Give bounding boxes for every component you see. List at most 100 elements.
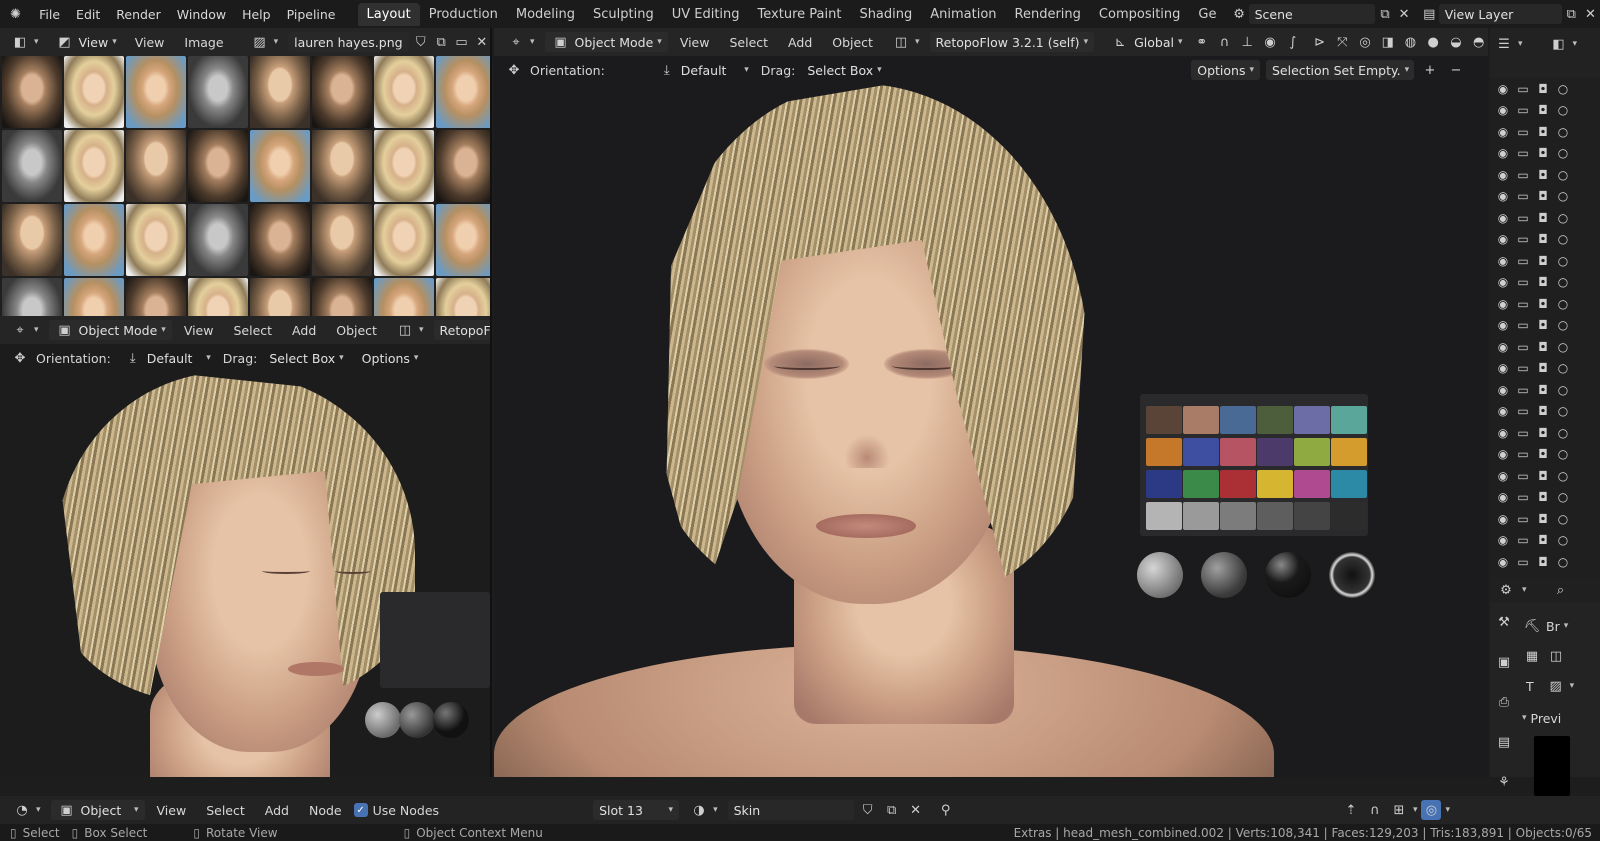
tab-sculpting[interactable]: Sculpting bbox=[584, 3, 663, 26]
camera-icon[interactable]: ◘ bbox=[1536, 168, 1550, 182]
camera-icon[interactable]: ◘ bbox=[1536, 232, 1550, 246]
camera-icon[interactable]: ◘ bbox=[1536, 103, 1550, 117]
menu-file[interactable]: File bbox=[31, 7, 68, 22]
tab-texture-paint[interactable]: Texture Paint bbox=[749, 3, 851, 26]
render-icon[interactable]: ○ bbox=[1556, 447, 1570, 461]
material-shading-icon[interactable]: ◒ bbox=[1447, 32, 1466, 52]
render-icon[interactable]: ○ bbox=[1556, 426, 1570, 440]
outliner-row[interactable]: ◉ ▭ ◘ ○ bbox=[1490, 401, 1600, 423]
eye-icon[interactable]: ◉ bbox=[1496, 275, 1510, 289]
texture-slot-icon[interactable]: ◫ bbox=[1546, 646, 1566, 666]
monitor-icon[interactable]: ▭ bbox=[1516, 490, 1530, 504]
eye-icon[interactable]: ◉ bbox=[1496, 447, 1510, 461]
rendered-shading-icon[interactable]: ◓ bbox=[1469, 32, 1488, 52]
transform-orientation-dropdown[interactable]: ⊾ Global ▾ bbox=[1104, 32, 1188, 52]
scene-field[interactable]: Scene bbox=[1248, 4, 1376, 24]
reference-image-collage[interactable] bbox=[0, 56, 490, 316]
outliner-row[interactable]: ◉ ▭ ◘ ○ bbox=[1490, 207, 1600, 229]
new-material-icon[interactable]: ⧉ bbox=[882, 800, 902, 820]
view-layer-tab-icon[interactable]: ▤ bbox=[1494, 732, 1514, 752]
snap-button[interactable]: ◫ ▾ bbox=[885, 32, 926, 52]
outliner-row[interactable]: ◉ ▭ ◘ ○ bbox=[1490, 508, 1600, 530]
snap-button[interactable]: ◫ ▾ bbox=[389, 320, 430, 340]
head-render-front-view[interactable] bbox=[494, 84, 1488, 777]
menu-view[interactable]: View bbox=[672, 35, 718, 50]
blender-logo-icon[interactable]: ✺ bbox=[6, 4, 25, 24]
monitor-icon[interactable]: ▭ bbox=[1516, 533, 1530, 547]
outliner-row[interactable]: ◉ ▭ ◘ ○ bbox=[1490, 530, 1600, 552]
eye-icon[interactable]: ◉ bbox=[1496, 211, 1510, 225]
options-dropdown[interactable]: Options ▾ bbox=[1191, 60, 1260, 80]
retopoflow-button[interactable]: RetopoFlow 3.2 bbox=[433, 320, 490, 340]
menu-edit[interactable]: Edit bbox=[68, 7, 108, 22]
eye-icon[interactable]: ◉ bbox=[1496, 490, 1510, 504]
monitor-icon[interactable]: ▭ bbox=[1516, 189, 1530, 203]
chevron-down-icon[interactable]: ▾ bbox=[1522, 713, 1527, 723]
close-image-icon[interactable]: ✕ bbox=[474, 32, 490, 52]
tab-rendering[interactable]: Rendering bbox=[1006, 3, 1090, 26]
outliner-row[interactable]: ◉ ▭ ◘ ○ bbox=[1490, 315, 1600, 337]
render-icon[interactable]: ○ bbox=[1556, 297, 1570, 311]
monitor-icon[interactable]: ▭ bbox=[1516, 404, 1530, 418]
eye-icon[interactable]: ◉ bbox=[1496, 361, 1510, 375]
render-icon[interactable]: ○ bbox=[1556, 211, 1570, 225]
camera-icon[interactable]: ◘ bbox=[1536, 383, 1550, 397]
render-icon[interactable]: ○ bbox=[1556, 555, 1570, 569]
eye-icon[interactable]: ◉ bbox=[1496, 232, 1510, 246]
outliner-display-icon[interactable]: ☰ bbox=[1494, 34, 1514, 54]
properties-editor-icon[interactable]: ⚙ bbox=[1496, 580, 1516, 600]
search-icon[interactable]: ⌕ bbox=[1551, 580, 1571, 600]
editor-type-button[interactable]: ⌖ ▾ bbox=[4, 320, 45, 340]
editor-type-button[interactable]: ⌖ ▾ bbox=[500, 32, 541, 52]
drag-dropdown[interactable]: Select Box ▾ bbox=[263, 348, 349, 368]
menu-view[interactable]: View bbox=[176, 323, 222, 338]
outliner-row[interactable]: ◉ ▭ ◘ ○ bbox=[1490, 336, 1600, 358]
camera-icon[interactable]: ◘ bbox=[1536, 275, 1550, 289]
move-tool-icon[interactable]: ✥ bbox=[10, 348, 30, 368]
tab-shading[interactable]: Shading bbox=[850, 3, 921, 26]
eye-icon[interactable]: ◉ bbox=[1496, 555, 1510, 569]
snap-icon[interactable]: ∩ bbox=[1365, 800, 1385, 820]
render-tab-icon[interactable]: ▣ bbox=[1494, 652, 1514, 672]
scene-icon[interactable]: ⚙ bbox=[1230, 4, 1249, 24]
monitor-icon[interactable]: ▭ bbox=[1516, 168, 1530, 182]
pivot-icon[interactable]: ⚭ bbox=[1193, 32, 1212, 52]
menu-view[interactable]: View bbox=[127, 35, 173, 50]
camera-icon[interactable]: ◘ bbox=[1536, 404, 1550, 418]
mode-dropdown[interactable]: ▣ Object Mode ▾ bbox=[48, 320, 172, 340]
eye-icon[interactable]: ◉ bbox=[1496, 146, 1510, 160]
render-icon[interactable]: ○ bbox=[1556, 82, 1570, 96]
outliner-row[interactable]: ◉ ▭ ◘ ○ bbox=[1490, 143, 1600, 165]
new-view-layer-icon[interactable]: ⧉ bbox=[1562, 4, 1581, 24]
monitor-icon[interactable]: ▭ bbox=[1516, 103, 1530, 117]
monitor-icon[interactable]: ▭ bbox=[1516, 361, 1530, 375]
outliner-row[interactable]: ◉ ▭ ◘ ○ bbox=[1490, 229, 1600, 251]
outliner-row[interactable]: ◉ ▭ ◘ ○ bbox=[1490, 250, 1600, 272]
browse-image-button[interactable]: ▨ ▾ bbox=[244, 32, 285, 52]
menu-add[interactable]: Add bbox=[780, 35, 820, 50]
camera-icon[interactable]: ◘ bbox=[1536, 297, 1550, 311]
menu-select[interactable]: Select bbox=[721, 35, 776, 50]
new-scene-icon[interactable]: ⧉ bbox=[1375, 4, 1394, 24]
head-render-side-view[interactable] bbox=[0, 372, 490, 777]
eye-icon[interactable]: ◉ bbox=[1496, 168, 1510, 182]
output-tab-icon[interactable]: ⎙ bbox=[1494, 692, 1514, 712]
parent-node-tree-icon[interactable]: ⇡ bbox=[1341, 800, 1361, 820]
camera-icon[interactable]: ◘ bbox=[1536, 512, 1550, 526]
camera-icon[interactable]: ◘ bbox=[1536, 533, 1550, 547]
render-icon[interactable]: ○ bbox=[1556, 361, 1570, 375]
camera-icon[interactable]: ◘ bbox=[1536, 361, 1550, 375]
render-icon[interactable]: ○ bbox=[1556, 340, 1570, 354]
view-layer-icon[interactable]: ▤ bbox=[1420, 4, 1439, 24]
monitor-icon[interactable]: ▭ bbox=[1516, 275, 1530, 289]
menu-render[interactable]: Render bbox=[108, 7, 169, 22]
image-name-field[interactable]: lauren hayes.png bbox=[288, 32, 409, 52]
unlink-material-icon[interactable]: ✕ bbox=[906, 800, 926, 820]
node-snap-icon[interactable]: ⊞ bbox=[1389, 800, 1409, 820]
render-icon[interactable]: ○ bbox=[1556, 232, 1570, 246]
outliner-row[interactable]: ◉ ▭ ◘ ○ bbox=[1490, 293, 1600, 315]
xray-icon[interactable]: ◨ bbox=[1378, 32, 1397, 52]
material-name-field[interactable]: Skin bbox=[727, 800, 854, 820]
monitor-icon[interactable]: ▭ bbox=[1516, 146, 1530, 160]
outliner-row[interactable]: ◉ ▭ ◘ ○ bbox=[1490, 379, 1600, 401]
